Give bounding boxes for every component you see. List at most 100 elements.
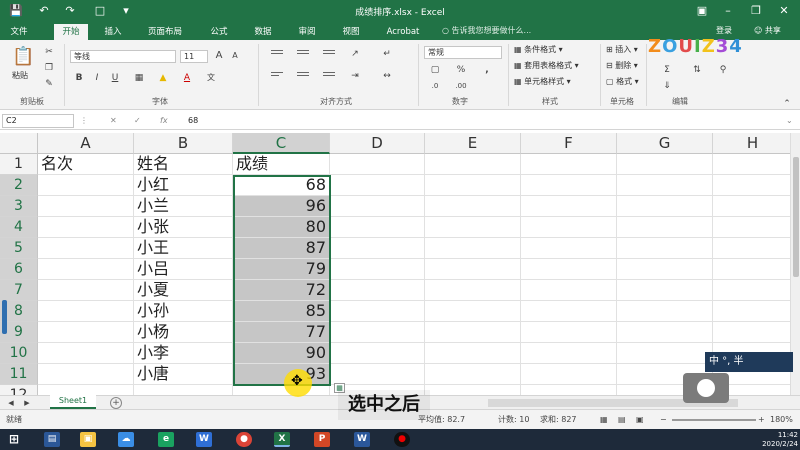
- cell-a5[interactable]: [38, 238, 134, 259]
- cell-h9[interactable]: [713, 322, 793, 343]
- cell-a1[interactable]: 名次: [38, 154, 134, 175]
- cell-styles-button[interactable]: ▦ 单元格样式 ▾: [514, 76, 571, 88]
- decrease-decimal-icon[interactable]: .00: [454, 80, 468, 92]
- align-left-icon[interactable]: [270, 70, 284, 80]
- recorder-icon[interactable]: ●: [394, 432, 410, 447]
- tab-acrobat[interactable]: Acrobat: [380, 24, 426, 40]
- indent-icon[interactable]: ⇥: [348, 70, 362, 82]
- font-size-select[interactable]: 11: [180, 50, 208, 63]
- format-cells-button[interactable]: ▢ 格式 ▾: [606, 76, 639, 88]
- cell-h8[interactable]: [713, 301, 793, 322]
- tab-file[interactable]: 文件: [4, 24, 34, 40]
- cell-f2[interactable]: [521, 175, 617, 196]
- autosum-icon[interactable]: Σ: [660, 64, 674, 76]
- cancel-icon[interactable]: ✕: [110, 114, 117, 128]
- cell-c6[interactable]: 79: [233, 259, 330, 280]
- cell-g8[interactable]: [617, 301, 713, 322]
- tab-view[interactable]: 视图: [336, 24, 366, 40]
- sheet-tab-sheet1[interactable]: Sheet1: [50, 395, 96, 409]
- name-box[interactable]: C2: [2, 114, 74, 128]
- cell-e12[interactable]: [425, 385, 521, 395]
- cell-b10[interactable]: 小李: [134, 343, 233, 364]
- cell-c4[interactable]: 80: [233, 217, 330, 238]
- tab-data[interactable]: 数据: [248, 24, 278, 40]
- cell-b12[interactable]: [134, 385, 233, 395]
- insert-cells-button[interactable]: ⊞ 插入 ▾: [606, 44, 638, 56]
- cell-c12[interactable]: [233, 385, 330, 395]
- font-color-icon[interactable]: A: [180, 72, 194, 84]
- row-header-4[interactable]: 4: [0, 217, 38, 238]
- row-header-5[interactable]: 5: [0, 238, 38, 259]
- cell-f4[interactable]: [521, 217, 617, 238]
- cell-f6[interactable]: [521, 259, 617, 280]
- percent-button[interactable]: %: [454, 64, 468, 76]
- cell-b4[interactable]: 小张: [134, 217, 233, 238]
- find-select-icon[interactable]: ⚲: [716, 64, 730, 76]
- cell-c3[interactable]: 96: [233, 196, 330, 217]
- cell-b6[interactable]: 小吕: [134, 259, 233, 280]
- font-name-select[interactable]: 等线: [70, 50, 176, 63]
- cell-e7[interactable]: [425, 280, 521, 301]
- cell-b2[interactable]: 小红: [134, 175, 233, 196]
- windows-start-icon[interactable]: ⊞: [6, 432, 22, 447]
- cell-e8[interactable]: [425, 301, 521, 322]
- cell-b3[interactable]: 小兰: [134, 196, 233, 217]
- prev-sheet-icon[interactable]: ◀: [4, 397, 18, 409]
- cell-h6[interactable]: [713, 259, 793, 280]
- cell-f8[interactable]: [521, 301, 617, 322]
- cell-a2[interactable]: [38, 175, 134, 196]
- cell-a3[interactable]: [38, 196, 134, 217]
- copy-icon[interactable]: ❐: [42, 62, 56, 74]
- normal-view-icon[interactable]: ▦: [600, 410, 608, 430]
- zoom-slider[interactable]: [672, 419, 756, 421]
- fill-color-icon[interactable]: ▲: [156, 72, 170, 84]
- powerpoint-icon[interactable]: P: [314, 432, 330, 447]
- cell-d1[interactable]: [330, 154, 425, 175]
- ime-indicator[interactable]: 中 °, 半: [705, 352, 793, 372]
- cell-b8[interactable]: 小孙: [134, 301, 233, 322]
- select-all-corner[interactable]: [0, 133, 38, 154]
- cell-d9[interactable]: [330, 322, 425, 343]
- column-header-b[interactable]: B: [134, 133, 233, 154]
- tab-review[interactable]: 审阅: [292, 24, 322, 40]
- cell-a9[interactable]: [38, 322, 134, 343]
- format-painter-icon[interactable]: ✎: [42, 78, 56, 90]
- delete-cells-button[interactable]: ⊟ 删除 ▾: [606, 60, 638, 72]
- fill-icon[interactable]: ⇓: [660, 80, 674, 92]
- cell-h7[interactable]: [713, 280, 793, 301]
- border-icon[interactable]: ▦: [132, 72, 146, 84]
- zoom-out-button[interactable]: −: [660, 410, 667, 430]
- excel-icon[interactable]: X: [274, 432, 290, 447]
- tab-page-layout[interactable]: 页面布局: [140, 24, 190, 40]
- close-icon[interactable]: ✕: [772, 2, 796, 20]
- chrome-icon[interactable]: ●: [236, 432, 252, 447]
- cell-e10[interactable]: [425, 343, 521, 364]
- row-header-12[interactable]: 12: [0, 385, 38, 395]
- cell-f12[interactable]: [521, 385, 617, 395]
- cell-b1[interactable]: 姓名: [134, 154, 233, 175]
- italic-button[interactable]: I: [90, 72, 104, 84]
- cell-e1[interactable]: [425, 154, 521, 175]
- tab-home[interactable]: 开始: [54, 24, 88, 40]
- taskbar-clock[interactable]: 11:42 2020/2/24: [756, 431, 798, 449]
- row-header-2[interactable]: 2: [0, 175, 38, 196]
- currency-icon[interactable]: ▢: [428, 64, 442, 76]
- wps-icon[interactable]: W: [196, 432, 212, 447]
- cell-g3[interactable]: [617, 196, 713, 217]
- cell-g10[interactable]: [617, 343, 713, 364]
- collapse-ribbon-icon[interactable]: ⌃: [780, 98, 794, 110]
- cell-a6[interactable]: [38, 259, 134, 280]
- cell-f9[interactable]: [521, 322, 617, 343]
- column-header-e[interactable]: E: [425, 133, 521, 154]
- cell-g9[interactable]: [617, 322, 713, 343]
- cell-b7[interactable]: 小夏: [134, 280, 233, 301]
- cell-g1[interactable]: [617, 154, 713, 175]
- cell-d10[interactable]: [330, 343, 425, 364]
- cell-d2[interactable]: [330, 175, 425, 196]
- cloud-drive-icon[interactable]: ☁: [118, 432, 134, 447]
- align-bottom-icon[interactable]: [322, 48, 336, 58]
- file-explorer-icon[interactable]: ▣: [80, 432, 96, 447]
- cell-g6[interactable]: [617, 259, 713, 280]
- ribbon-display-icon[interactable]: ▣: [690, 2, 714, 20]
- cell-f10[interactable]: [521, 343, 617, 364]
